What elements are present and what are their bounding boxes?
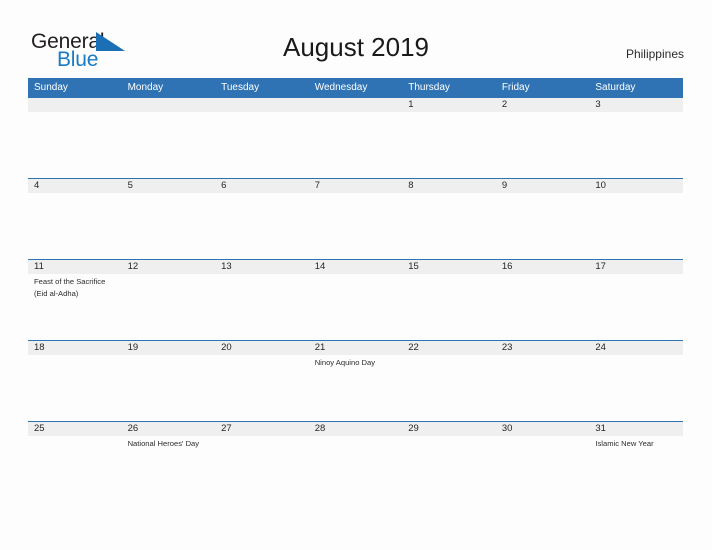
day-number[interactable]: 13 [215, 260, 309, 274]
weekday-header-friday: Friday [501, 82, 530, 93]
day-event[interactable] [589, 355, 683, 421]
calendar-grid: Sunday Monday Tuesday Wednesday Thursday… [28, 78, 683, 501]
day-event[interactable] [122, 355, 216, 421]
day-event[interactable] [215, 355, 309, 421]
day-number[interactable] [215, 98, 309, 112]
day-number[interactable]: 23 [496, 341, 590, 355]
day-number[interactable]: 29 [402, 422, 496, 436]
week-date-band: 25 26 27 28 29 30 31 [28, 421, 683, 436]
day-event[interactable] [309, 436, 403, 502]
day-event[interactable] [402, 274, 496, 340]
day-number[interactable]: 25 [28, 422, 122, 436]
weekday-header-sunday: Sunday [34, 82, 68, 93]
day-number[interactable]: 27 [215, 422, 309, 436]
calendar-week-row: 11 12 13 14 15 16 17 Feast of the Sacrif… [28, 259, 683, 340]
day-event[interactable] [402, 193, 496, 259]
week-date-band: 4 5 6 7 8 9 10 [28, 178, 683, 193]
day-number[interactable]: 30 [496, 422, 590, 436]
day-number[interactable]: 19 [122, 341, 216, 355]
day-event[interactable]: Feast of the Sacrifice (Eid al-Adha) [28, 274, 122, 340]
weekday-header-monday: Monday [127, 82, 164, 93]
day-event[interactable] [215, 193, 309, 259]
day-event[interactable]: Islamic New Year [589, 436, 683, 502]
day-event[interactable] [28, 355, 122, 421]
day-number[interactable]: 28 [309, 422, 403, 436]
week-date-band: 1 2 3 [28, 97, 683, 112]
day-number[interactable]: 11 [28, 260, 122, 274]
day-event[interactable]: Ninoy Aquino Day [309, 355, 403, 421]
day-number[interactable]: 15 [402, 260, 496, 274]
weekday-header-row: Sunday Monday Tuesday Wednesday Thursday… [28, 78, 683, 97]
day-number[interactable]: 17 [589, 260, 683, 274]
weekday-header-thursday: Thursday [408, 82, 450, 93]
day-number[interactable] [28, 98, 122, 112]
day-number[interactable]: 6 [215, 179, 309, 193]
day-event[interactable] [122, 193, 216, 259]
day-number[interactable]: 3 [589, 98, 683, 112]
day-number[interactable]: 22 [402, 341, 496, 355]
week-event-band: Ninoy Aquino Day [28, 355, 683, 421]
day-event[interactable] [28, 436, 122, 502]
day-event[interactable]: National Heroes' Day [122, 436, 216, 502]
day-event[interactable] [122, 274, 216, 340]
week-event-band: Feast of the Sacrifice (Eid al-Adha) [28, 274, 683, 340]
calendar-week-row: 18 19 20 21 22 23 24 Ninoy Aquino Day [28, 340, 683, 421]
day-event[interactable] [589, 193, 683, 259]
day-event[interactable] [28, 193, 122, 259]
day-number[interactable]: 2 [496, 98, 590, 112]
day-event[interactable] [309, 193, 403, 259]
day-event[interactable] [496, 193, 590, 259]
day-number[interactable]: 21 [309, 341, 403, 355]
day-event[interactable] [402, 355, 496, 421]
day-event[interactable] [402, 112, 496, 178]
day-event[interactable] [215, 112, 309, 178]
day-number[interactable]: 20 [215, 341, 309, 355]
week-date-band: 11 12 13 14 15 16 17 [28, 259, 683, 274]
day-event[interactable] [496, 355, 590, 421]
day-number[interactable]: 31 [589, 422, 683, 436]
week-event-band: National Heroes' Day Islamic New Year [28, 436, 683, 502]
page-header: General Blue August 2019 Philippines [0, 0, 712, 76]
day-number[interactable]: 10 [589, 179, 683, 193]
calendar-week-row: 4 5 6 7 8 9 10 [28, 178, 683, 259]
calendar-week-row: 1 2 3 [28, 97, 683, 178]
weekday-header-tuesday: Tuesday [221, 82, 260, 93]
weekday-header-wednesday: Wednesday [314, 82, 368, 93]
day-number[interactable]: 26 [122, 422, 216, 436]
day-event[interactable] [496, 112, 590, 178]
day-number[interactable]: 5 [122, 179, 216, 193]
weekday-header-saturday: Saturday [595, 82, 636, 93]
day-number[interactable]: 12 [122, 260, 216, 274]
week-date-band: 18 19 20 21 22 23 24 [28, 340, 683, 355]
calendar-week-row: 25 26 27 28 29 30 31 National Heroes' Da… [28, 421, 683, 501]
day-number[interactable]: 24 [589, 341, 683, 355]
day-number[interactable] [122, 98, 216, 112]
day-number[interactable] [309, 98, 403, 112]
week-event-band [28, 193, 683, 259]
week-event-band [28, 112, 683, 178]
day-number[interactable]: 14 [309, 260, 403, 274]
day-event[interactable] [215, 436, 309, 502]
day-event[interactable] [309, 274, 403, 340]
day-event[interactable] [215, 274, 309, 340]
day-event[interactable] [402, 436, 496, 502]
day-number[interactable]: 4 [28, 179, 122, 193]
day-number[interactable]: 16 [496, 260, 590, 274]
day-number[interactable]: 9 [496, 179, 590, 193]
day-number[interactable]: 7 [309, 179, 403, 193]
day-event[interactable] [122, 112, 216, 178]
page-title: August 2019 [282, 32, 429, 62]
day-number[interactable]: 8 [402, 179, 496, 193]
calendar-page: General Blue August 2019 Philippines Sun… [0, 0, 712, 550]
day-event[interactable] [589, 274, 683, 340]
day-number[interactable]: 18 [28, 341, 122, 355]
day-event[interactable] [28, 112, 122, 178]
day-number[interactable]: 1 [402, 98, 496, 112]
day-event[interactable] [309, 112, 403, 178]
day-event[interactable] [496, 436, 590, 502]
day-event[interactable] [496, 274, 590, 340]
country-label: Philippines [625, 47, 684, 61]
day-event[interactable] [589, 112, 683, 178]
